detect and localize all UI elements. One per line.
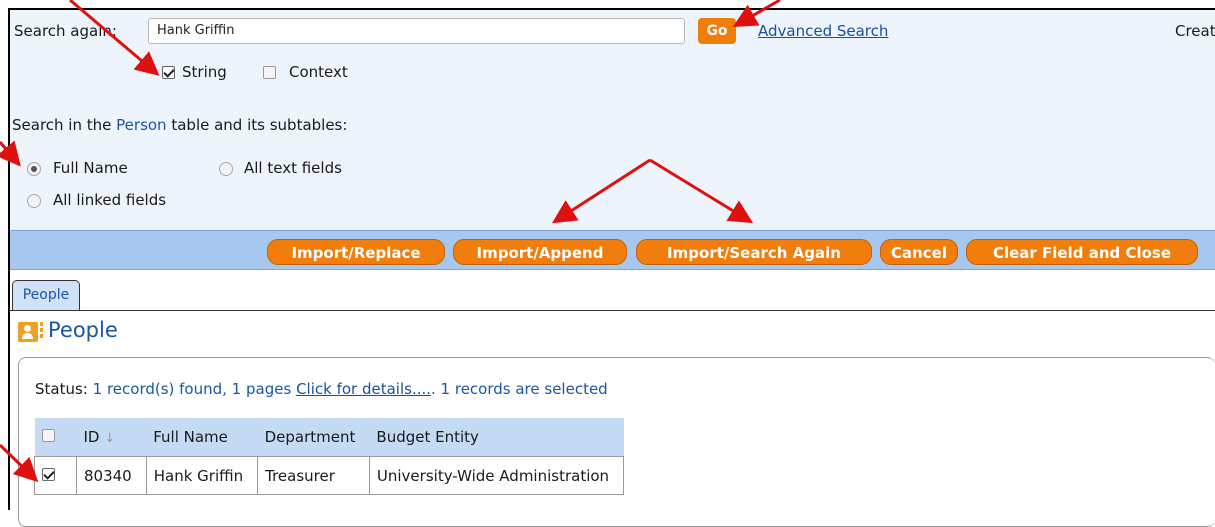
details-link[interactable]: Click for details....	[296, 380, 431, 398]
table-header-row: ID ↓ Full Name Department Budget Entity	[34, 418, 624, 457]
action-toolbar: Import/Replace Import/Append Import/Sear…	[10, 230, 1215, 270]
table-row[interactable]: 80340 Hank Griffin Treasurer University-…	[34, 456, 625, 495]
cell-budget-entity: University-Wide Administration	[368, 456, 625, 495]
radio-all-text-fields-label: All text fields	[244, 159, 342, 177]
address-book-icon-tabs	[40, 322, 43, 342]
search-dialog: Search again: Hank Griffin Go Advanced S…	[8, 8, 1215, 527]
column-header-budget-entity[interactable]: Budget Entity	[369, 418, 624, 457]
results-table: ID ↓ Full Name Department Budget Entity …	[34, 418, 625, 495]
radio-all-linked-fields-label: All linked fields	[53, 191, 167, 209]
status-line: Status: 1 record(s) found, 1 pages Click…	[35, 380, 608, 398]
create-label[interactable]: Create	[1175, 22, 1215, 40]
row-select-cell	[34, 456, 77, 495]
scope-prefix: Search in the	[12, 116, 112, 134]
status-selected: . 1 records are selected	[431, 380, 608, 398]
cell-department: Treasurer	[257, 456, 370, 495]
radio-full-name[interactable]	[27, 162, 41, 176]
address-book-icon	[18, 322, 38, 342]
status-text: 1 record(s) found, 1 pages	[92, 380, 292, 398]
string-checkbox[interactable]	[162, 66, 175, 79]
scope-suffix: table and its subtables:	[171, 116, 348, 134]
select-all-checkbox[interactable]	[41, 429, 55, 442]
row-checkbox[interactable]	[42, 467, 55, 481]
scope-heading: Search in the Person table and its subta…	[12, 116, 347, 134]
import-append-button[interactable]: Import/Append	[453, 239, 627, 265]
scope-table-name[interactable]: Person	[116, 116, 166, 134]
import-replace-button[interactable]: Import/Replace	[267, 239, 445, 265]
radio-all-linked-fields[interactable]	[27, 194, 41, 208]
cancel-button[interactable]: Cancel	[880, 239, 958, 265]
cell-full-name: Hank Griffin	[145, 456, 259, 495]
radio-all-text-fields[interactable]	[219, 162, 233, 176]
search-label: Search again:	[14, 22, 117, 40]
clear-field-and-close-button[interactable]: Clear Field and Close	[966, 239, 1198, 265]
string-label: String	[182, 63, 227, 81]
context-checkbox[interactable]	[263, 66, 276, 79]
column-header-full-name[interactable]: Full Name	[146, 418, 258, 457]
tab-strip: People	[10, 270, 1215, 311]
results-panel: Status: 1 record(s) found, 1 pages Click…	[18, 357, 1215, 527]
search-panel: Search again: Hank Griffin Go Advanced S…	[10, 10, 1215, 230]
cell-id: 80340	[76, 456, 147, 495]
radio-full-name-label: Full Name	[53, 159, 128, 177]
select-all-cell	[34, 418, 77, 457]
status-prefix: Status:	[35, 380, 88, 398]
column-header-id[interactable]: ID ↓	[76, 418, 147, 457]
search-input[interactable]: Hank Griffin	[148, 18, 685, 44]
go-button[interactable]: Go	[698, 18, 736, 44]
import-search-again-button[interactable]: Import/Search Again	[636, 239, 872, 265]
sort-arrow-icon: ↓	[104, 431, 116, 446]
advanced-search-link[interactable]: Advanced Search	[758, 22, 888, 40]
tab-people[interactable]: People	[12, 280, 80, 310]
column-id-label: ID	[83, 428, 100, 446]
column-header-department[interactable]: Department	[257, 418, 370, 457]
section-title: People	[48, 318, 118, 342]
context-label: Context	[289, 63, 348, 81]
